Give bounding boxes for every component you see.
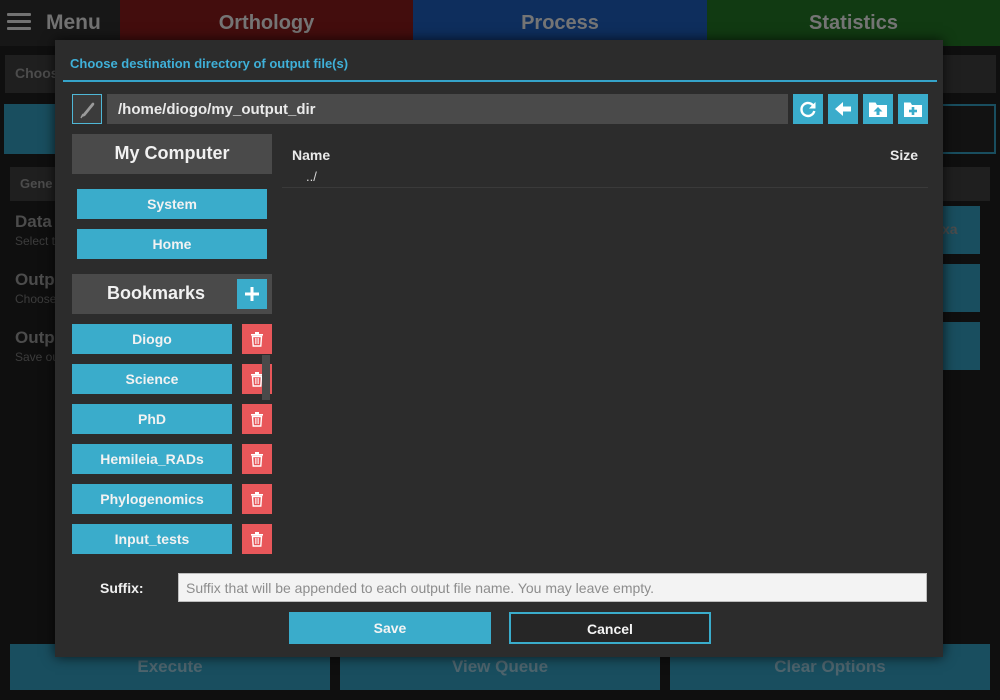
- bookmarks-scrollbar[interactable]: [262, 355, 270, 400]
- back-icon: [835, 102, 851, 116]
- trash-icon: [251, 492, 263, 507]
- add-bookmark-button[interactable]: [237, 279, 267, 309]
- bookmark-item: Input_tests: [72, 524, 272, 554]
- directory-chooser-dialog: Choose destination directory of output f…: [55, 40, 943, 657]
- trash-icon: [251, 532, 263, 547]
- my-computer-header: My Computer: [72, 134, 272, 174]
- bookmark-item: Phylogenomics: [72, 484, 272, 514]
- size-column-header[interactable]: Size: [890, 147, 918, 163]
- trash-icon: [251, 332, 263, 347]
- file-list: Name Size ../: [282, 134, 928, 564]
- save-button[interactable]: Save: [289, 612, 491, 644]
- new-folder-icon: [904, 102, 922, 117]
- edit-path-button[interactable]: [72, 94, 102, 124]
- title-divider: [63, 80, 937, 82]
- bookmark-item: PhD: [72, 404, 272, 434]
- bookmark-button[interactable]: PhD: [72, 404, 232, 434]
- edit-icon: [80, 102, 95, 119]
- delete-bookmark-button[interactable]: [242, 524, 272, 554]
- refresh-button[interactable]: [793, 94, 823, 124]
- dialog-title: Choose destination directory of output f…: [70, 56, 349, 71]
- cancel-button[interactable]: Cancel: [509, 612, 711, 644]
- system-location-button[interactable]: System: [77, 189, 267, 219]
- bookmark-item: Hemileia_RADs: [72, 444, 272, 474]
- bookmark-item: Science: [72, 364, 272, 394]
- parent-folder-button[interactable]: [863, 94, 893, 124]
- name-column-header[interactable]: Name: [292, 147, 330, 163]
- bookmark-button[interactable]: Input_tests: [72, 524, 232, 554]
- suffix-label: Suffix:: [100, 580, 144, 596]
- plus-icon: [245, 287, 259, 301]
- new-folder-button[interactable]: [898, 94, 928, 124]
- delete-bookmark-button[interactable]: [242, 444, 272, 474]
- path-input[interactable]: [107, 94, 788, 124]
- home-location-button[interactable]: Home: [77, 229, 267, 259]
- trash-icon: [251, 412, 263, 427]
- file-row-name: ../: [306, 169, 317, 184]
- file-row-parent-directory[interactable]: ../: [282, 168, 928, 188]
- bookmark-button[interactable]: Science: [72, 364, 232, 394]
- suffix-input[interactable]: [178, 573, 927, 602]
- delete-bookmark-button[interactable]: [242, 324, 272, 354]
- up-folder-icon: [869, 102, 887, 117]
- refresh-icon: [800, 101, 816, 118]
- bookmark-item: Diogo: [72, 324, 272, 354]
- bookmark-button[interactable]: Diogo: [72, 324, 232, 354]
- trash-icon: [251, 452, 263, 467]
- bookmark-button[interactable]: Phylogenomics: [72, 484, 232, 514]
- delete-bookmark-button[interactable]: [242, 484, 272, 514]
- delete-bookmark-button[interactable]: [242, 404, 272, 434]
- bookmark-button[interactable]: Hemileia_RADs: [72, 444, 232, 474]
- back-button[interactable]: [828, 94, 858, 124]
